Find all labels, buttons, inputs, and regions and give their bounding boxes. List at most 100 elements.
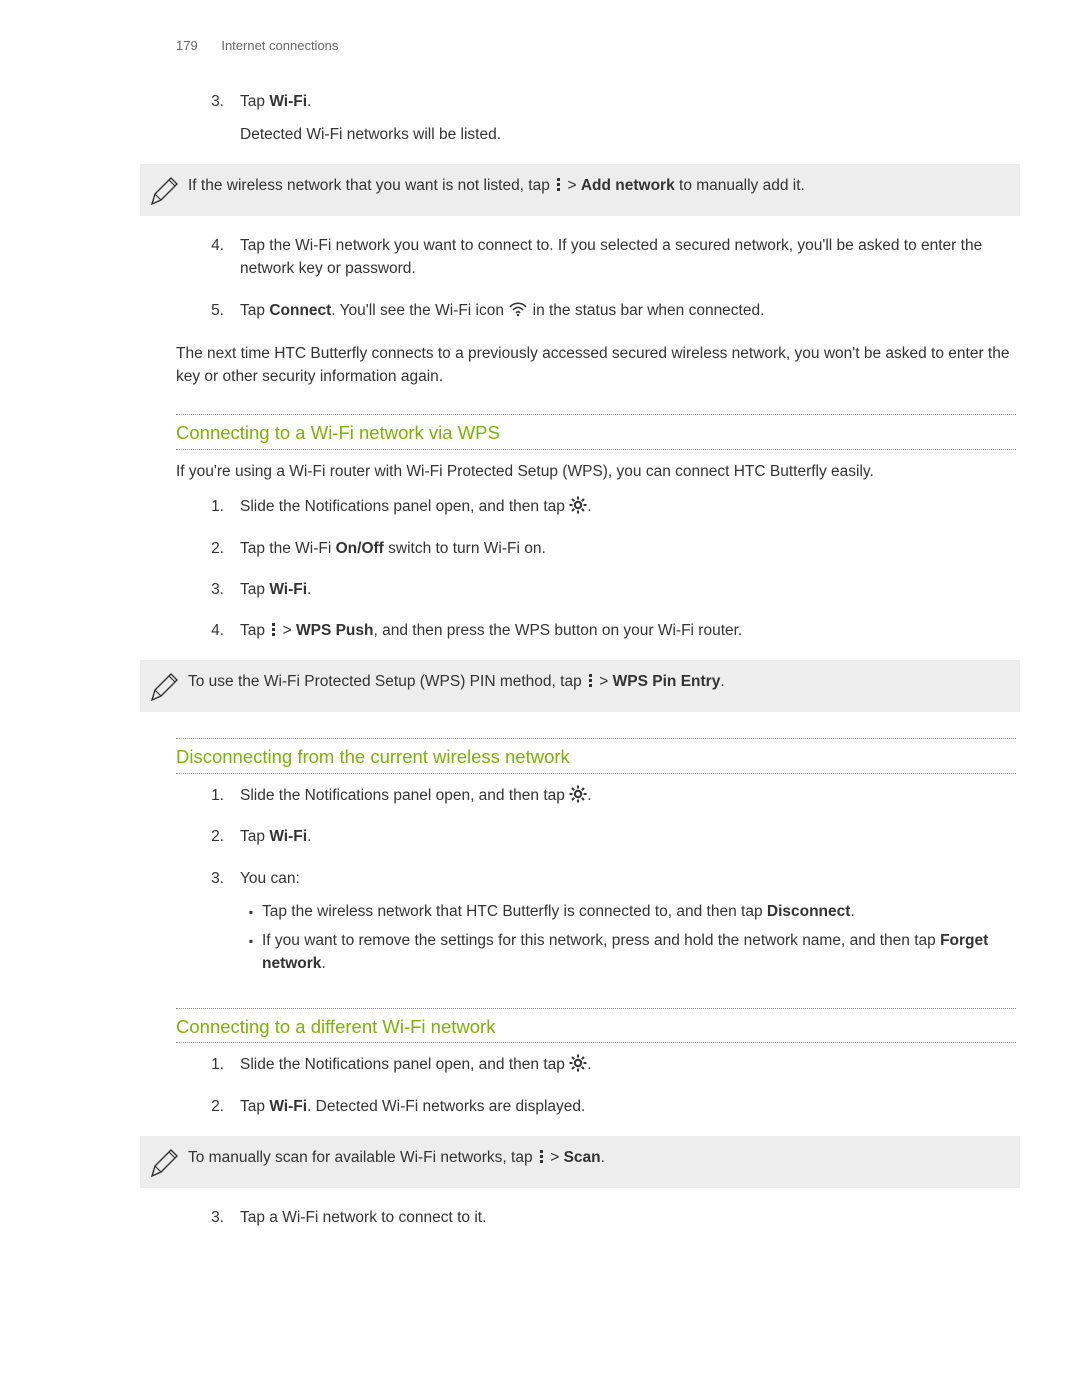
pencil-icon [140,174,188,206]
bullet-disconnect: ▪ Tap the wireless network that HTC Butt… [240,900,1016,923]
text: > [595,673,613,690]
paragraph: The next time HTC Butterfly connects to … [176,342,1016,389]
text: Tap [240,302,269,319]
wps-step-1: 1. Slide the Notifications panel open, a… [198,495,1016,528]
bullet-forget: ▪ If you want to remove the settings for… [240,929,1016,976]
gear-icon [569,1054,587,1072]
text: Tap [240,581,269,598]
text: To manually scan for available Wi-Fi net… [188,1149,537,1166]
note-add-network: If the wireless network that you want is… [140,164,1020,216]
step-number: 1. [198,784,224,817]
pencil-icon [140,1146,188,1178]
wifi-icon [508,300,528,317]
text: . [587,787,591,804]
text: > [278,622,296,639]
gear-icon [569,496,587,514]
step-4: 4. Tap the Wi-Fi network you want to con… [198,234,1016,291]
more-vert-icon [586,674,595,688]
step-number: 2. [198,1095,224,1128]
step-number: 3. [198,867,224,982]
text: . [307,581,311,598]
text-bold: Connect [269,302,331,319]
text: . You'll see the Wi-Fi icon [331,302,508,319]
text: . Detected Wi-Fi networks are displayed. [307,1098,585,1115]
section-heading-different: Connecting to a different Wi-Fi network [176,1008,1016,1044]
note-scan: To manually scan for available Wi-Fi net… [140,1136,1020,1188]
text: > [563,177,581,194]
step-number: 1. [198,1053,224,1086]
step-5: 5. Tap Connect. You'll see the Wi-Fi ico… [198,299,1016,332]
text: Tap [240,93,269,110]
text: . [601,1149,605,1166]
wps-step-2: 2. Tap the Wi-Fi On/Off switch to turn W… [198,537,1016,570]
text: . [307,93,311,110]
more-vert-icon [269,623,278,637]
page: 179 Internet connections 3. Tap Wi-Fi. D… [0,0,1080,1327]
text-bold: WPS Pin Entry [613,673,721,690]
step-number: 3. [198,90,224,157]
diff-step-3: 3. Tap a Wi-Fi network to connect to it. [198,1206,1016,1239]
text-bold: Wi-Fi [269,581,307,598]
bullet-icon: ▪ [240,900,262,923]
text: Slide the Notifications panel open, and … [240,1056,569,1073]
text: , and then press the WPS button on your … [374,622,743,639]
step-number: 4. [198,234,224,291]
paragraph: If you're using a Wi-Fi router with Wi-F… [176,460,1016,483]
text: Tap [240,1098,269,1115]
text: If the wireless network that you want is… [188,177,554,194]
text: You can: [240,867,1016,890]
text: To use the Wi-Fi Protected Setup (WPS) P… [188,673,586,690]
step-number: 3. [198,578,224,611]
section-heading-wps: Connecting to a Wi-Fi network via WPS [176,414,1016,450]
text: Tap the Wi-Fi [240,540,336,557]
text: > [546,1149,564,1166]
text: . [587,498,591,515]
wps-step-4: 4. Tap > WPS Push, and then press the WP… [198,619,1016,652]
text: Tap a Wi-Fi network to connect to it. [240,1206,1016,1229]
diff-step-2: 2. Tap Wi-Fi. Detected Wi-Fi networks ar… [198,1095,1016,1128]
more-vert-icon [554,178,563,192]
pencil-icon [140,670,188,702]
disc-step-2: 2. Tap Wi-Fi. [198,825,1016,858]
text-bold: Wi-Fi [269,1098,307,1115]
text-bold: WPS Push [296,622,374,639]
bullet-icon: ▪ [240,929,262,976]
text: . [307,828,311,845]
text-bold: Wi-Fi [269,828,307,845]
wps-step-3: 3. Tap Wi-Fi. [198,578,1016,611]
note-wps-pin: To use the Wi-Fi Protected Setup (WPS) P… [140,660,1020,712]
content: 3. Tap Wi-Fi. Detected Wi-Fi networks wi… [0,90,1080,1240]
header-section: Internet connections [221,38,338,53]
text: Tap the Wi-Fi network you want to connec… [240,234,1016,281]
text: in the status bar when connected. [528,302,764,319]
text: to manually add it. [675,177,805,194]
page-header: 179 Internet connections [0,36,1080,56]
text-bold: On/Off [336,540,384,557]
step-number: 5. [198,299,224,332]
step-number: 2. [198,537,224,570]
text-bold: Add network [581,177,675,194]
text: Tap [240,622,269,639]
step-number: 4. [198,619,224,652]
more-vert-icon [537,1150,546,1164]
text: . [720,673,724,690]
page-number: 179 [176,38,198,53]
text: . [321,955,325,972]
gear-icon [569,785,587,803]
text: switch to turn Wi-Fi on. [384,540,546,557]
diff-step-1: 1. Slide the Notifications panel open, a… [198,1053,1016,1086]
step-number: 3. [198,1206,224,1239]
step-number: 2. [198,825,224,858]
text-bold: Scan [564,1149,601,1166]
step-3: 3. Tap Wi-Fi. Detected Wi-Fi networks wi… [198,90,1016,157]
text: Tap [240,828,269,845]
text-bold: Disconnect [767,903,851,920]
text: Detected Wi-Fi networks will be listed. [240,123,1016,146]
text: . [850,903,854,920]
text-bold: Wi-Fi [269,93,307,110]
text: Tap the wireless network that HTC Butter… [262,903,767,920]
text: Slide the Notifications panel open, and … [240,498,569,515]
step-number: 1. [198,495,224,528]
section-heading-disconnect: Disconnecting from the current wireless … [176,738,1016,774]
text: . [587,1056,591,1073]
